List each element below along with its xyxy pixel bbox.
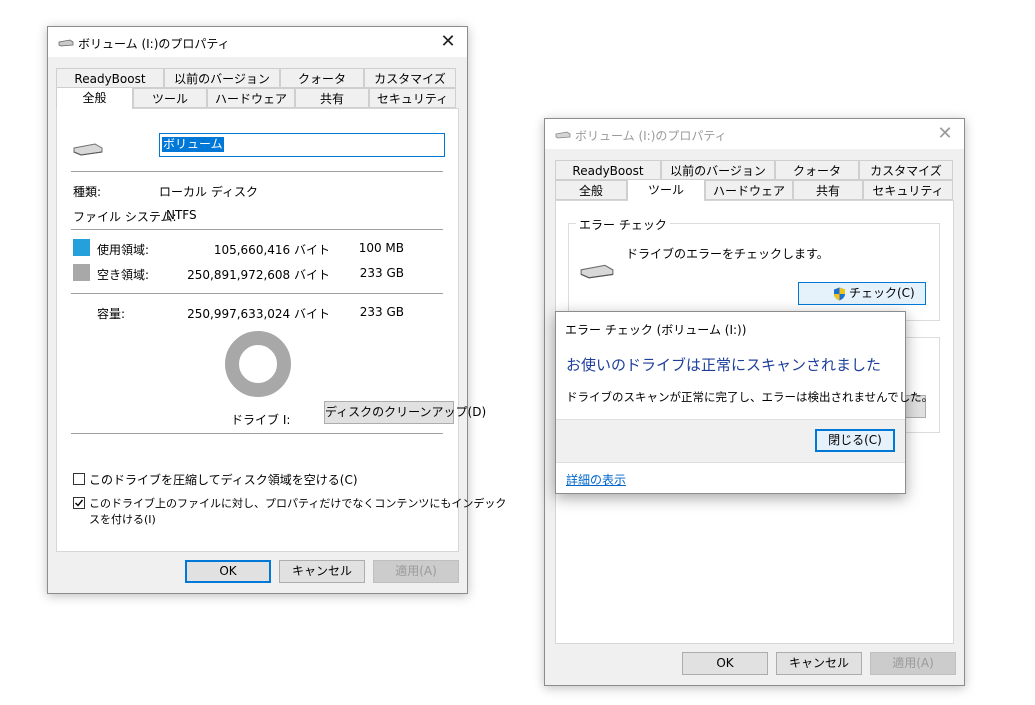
- divider: [71, 229, 443, 230]
- divider: [71, 293, 443, 294]
- dialog-title: エラー チェック (ボリューム (I:)): [565, 323, 747, 337]
- compress-checkbox[interactable]: [73, 473, 85, 485]
- tab-readyboost[interactable]: ReadyBoost: [555, 160, 661, 180]
- tab-general[interactable]: 全般: [56, 87, 133, 109]
- cancel-button[interactable]: キャンセル: [776, 652, 862, 675]
- filesystem-label: ファイル システム:: [73, 210, 177, 224]
- tab-hardware[interactable]: ハードウェア: [705, 180, 793, 200]
- dialog-button-area: 閉じる(C): [556, 419, 905, 463]
- tab-previous-versions[interactable]: 以前のバージョン: [164, 68, 280, 88]
- free-space-label: 空き領域:: [97, 268, 150, 282]
- donut-free-ring: [225, 331, 291, 397]
- apply-button[interactable]: 適用(A): [373, 560, 459, 583]
- filesystem-value: NTFS: [166, 208, 197, 222]
- close-button[interactable]: 閉じる(C): [815, 429, 895, 452]
- tab-customize[interactable]: カスタマイズ: [364, 68, 456, 88]
- index-label-line1: このドライブ上のファイルに対し、プロパティだけでなくコンテンツにもインデック: [89, 497, 507, 510]
- volume-name-selection: ボリューム: [162, 137, 224, 152]
- error-check-description: ドライブのエラーをチェックします。: [626, 247, 829, 261]
- drive-letter-label: ドライブ I:: [231, 413, 291, 427]
- ok-button[interactable]: OK: [682, 652, 768, 675]
- used-space-size: 100 MB: [358, 241, 404, 255]
- checkmark-icon: [75, 499, 84, 507]
- free-space-swatch: [73, 264, 90, 281]
- error-check-group: [568, 223, 940, 321]
- type-value: ローカル ディスク: [159, 185, 258, 199]
- uac-shield-icon: [834, 287, 845, 301]
- tab-sharing[interactable]: 共有: [793, 180, 863, 200]
- capacity-label: 容量:: [97, 307, 126, 321]
- tab-tools[interactable]: ツール: [133, 88, 207, 108]
- volume-name-input[interactable]: ボリューム: [159, 133, 445, 157]
- apply-button[interactable]: 適用(A): [870, 652, 956, 675]
- tab-quota[interactable]: クォータ: [775, 160, 859, 180]
- dialog-message: ドライブのスキャンが正常に完了し、エラーは検出されませんでした。: [566, 390, 934, 404]
- check-button[interactable]: チェック(C): [798, 282, 926, 305]
- tab-tools[interactable]: ツール: [627, 179, 705, 201]
- drive-icon: [555, 131, 571, 139]
- title-bar[interactable]: ボリューム (I:)のプロパティ ✕: [545, 119, 964, 149]
- disk-cleanup-button[interactable]: ディスクのクリーンアップ(D): [324, 401, 486, 424]
- drive-icon: [580, 264, 614, 279]
- divider: [71, 171, 443, 172]
- usage-donut: [225, 331, 291, 397]
- details-link[interactable]: 詳細の表示: [566, 471, 626, 488]
- tab-readyboost[interactable]: ReadyBoost: [56, 68, 164, 88]
- drive-icon: [58, 39, 74, 47]
- tab-security[interactable]: セキュリティ: [369, 88, 456, 108]
- used-space-label: 使用領域:: [97, 243, 150, 257]
- tab-previous-versions[interactable]: 以前のバージョン: [661, 160, 775, 180]
- tab-security[interactable]: セキュリティ: [863, 180, 953, 200]
- capacity-size: 233 GB: [359, 305, 404, 319]
- tab-sharing[interactable]: 共有: [295, 88, 369, 108]
- used-space-bytes: 105,660,416 バイト: [213, 243, 330, 257]
- window-title: ボリューム (I:)のプロパティ: [575, 129, 727, 143]
- used-space-swatch: [73, 239, 90, 256]
- check-button-label: チェック(C): [849, 286, 915, 300]
- close-icon[interactable]: ✕: [435, 29, 461, 55]
- properties-window-general: ボリューム (I:)のプロパティ ✕ ReadyBoost 以前のバージョン ク…: [47, 26, 506, 594]
- index-label-line2: スを付ける(I): [89, 513, 156, 526]
- tab-customize[interactable]: カスタマイズ: [859, 160, 953, 180]
- window-title: ボリューム (I:)のプロパティ: [78, 37, 230, 51]
- tab-hardware[interactable]: ハードウェア: [207, 88, 295, 108]
- tab-general[interactable]: 全般: [555, 180, 627, 200]
- drive-icon: [73, 143, 103, 156]
- error-check-group-title: エラー チェック: [576, 216, 670, 233]
- ok-button[interactable]: OK: [185, 560, 271, 583]
- free-space-size: 233 GB: [359, 266, 404, 280]
- free-space-bytes: 250,891,972,608 バイト: [187, 268, 330, 282]
- capacity-bytes: 250,997,633,024 バイト: [187, 307, 330, 321]
- close-icon[interactable]: ✕: [932, 121, 958, 147]
- compress-label: このドライブを圧縮してディスク領域を空ける(C): [89, 473, 358, 487]
- divider: [71, 433, 443, 434]
- index-checkbox[interactable]: [73, 497, 85, 509]
- cancel-button[interactable]: キャンセル: [279, 560, 365, 583]
- dialog-heading: お使いのドライブは正常にスキャンされました: [566, 356, 882, 374]
- title-bar[interactable]: ボリューム (I:)のプロパティ ✕: [48, 27, 467, 57]
- general-panel: ボリューム 種類: ローカル ディスク ファイル システム: NTFS 使用領域…: [56, 108, 506, 552]
- type-label: 種類:: [73, 185, 102, 199]
- tab-quota[interactable]: クォータ: [280, 68, 364, 88]
- error-check-dialog: エラー チェック (ボリューム (I:)) お使いのドライブは正常にスキャンされ…: [555, 311, 933, 494]
